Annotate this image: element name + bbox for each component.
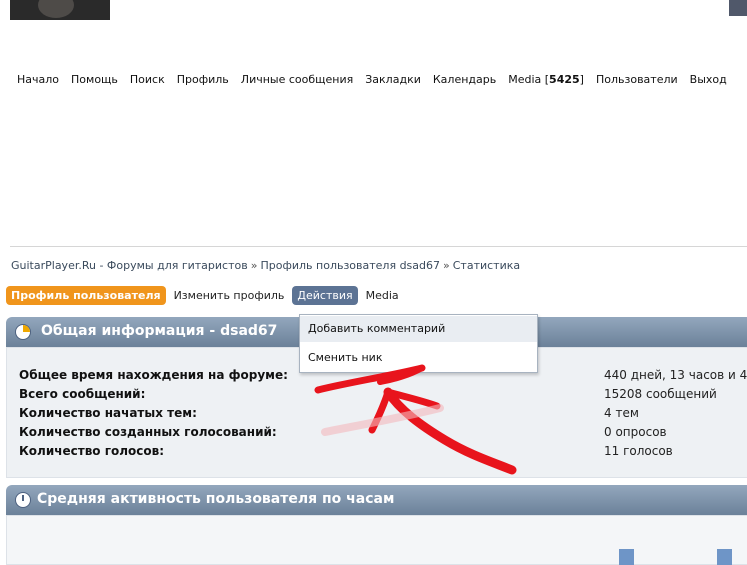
stat-label: Количество созданных голосований:	[19, 425, 277, 439]
nav-logout[interactable]: Выход	[684, 72, 733, 88]
breadcrumb-forum[interactable]: GuitarPlayer.Ru - Форумы для гитаристов	[11, 259, 248, 272]
nav-media-count: 5425	[549, 73, 580, 86]
menu-item-add-comment[interactable]: Добавить комментарий	[300, 316, 537, 342]
nav-search[interactable]: Поиск	[124, 72, 171, 88]
stat-label: Общее время нахождения на форуме:	[19, 368, 288, 382]
main-navbar: Начало Помощь Поиск Профиль Личные сообщ…	[11, 72, 733, 88]
nav-media[interactable]: Media [5425]	[502, 72, 590, 88]
tab-edit-profile[interactable]: Изменить профиль	[169, 286, 290, 305]
profile-tabs: Профиль пользователя Изменить профиль Де…	[6, 286, 407, 305]
nav-media-label: Media [	[508, 73, 550, 86]
nav-home[interactable]: Начало	[11, 72, 65, 88]
stat-label: Количество начатых тем:	[19, 406, 197, 420]
tab-actions[interactable]: Действия	[292, 286, 358, 305]
menu-item-change-nickname[interactable]: Сменить ник	[300, 345, 537, 371]
header-corner-element	[729, 0, 747, 16]
stat-value: 0 опросов	[604, 425, 667, 439]
activity-bar	[619, 549, 634, 565]
activity-header: Средняя активность пользователя по часам	[6, 485, 747, 515]
breadcrumb-separator: »	[443, 259, 450, 272]
clock-icon	[15, 492, 31, 508]
stat-value: 15208 сообщений	[604, 387, 717, 401]
nav-calendar[interactable]: Календарь	[427, 72, 502, 88]
stat-row-votes: Количество голосов:	[19, 442, 164, 460]
stat-label: Количество голосов:	[19, 444, 165, 458]
activity-title: Средняя активность пользователя по часам	[37, 491, 395, 507]
stat-value: 440 дней, 13 часов и 4	[604, 368, 747, 382]
stat-value: 11 голосов	[604, 444, 673, 458]
stat-label: Всего сообщений:	[19, 387, 146, 401]
breadcrumb-user-profile[interactable]: Профиль пользователя dsad67	[260, 259, 440, 272]
breadcrumb-separator: »	[250, 259, 258, 272]
nav-private-messages[interactable]: Личные сообщения	[235, 72, 359, 88]
stat-row-threads-started: Количество начатых тем:	[19, 404, 197, 422]
tab-media[interactable]: Media	[361, 286, 404, 305]
stat-row-polls-created: Количество созданных голосований:	[19, 423, 277, 441]
nav-media-suffix: ]	[579, 73, 584, 86]
stat-row-total-posts: Всего сообщений:	[19, 385, 145, 403]
actions-dropdown-menu: Добавить комментарий Сменить ник	[299, 314, 538, 373]
breadcrumb: GuitarPlayer.Ru - Форумы для гитаристов»…	[11, 259, 520, 272]
general-info-title: Общая информация - dsad67	[41, 323, 278, 339]
breadcrumb-statistics[interactable]: Статистика	[453, 259, 520, 272]
nav-bookmarks[interactable]: Закладки	[359, 72, 427, 88]
nav-help[interactable]: Помощь	[65, 72, 124, 88]
activity-bar	[717, 549, 732, 565]
nav-profile[interactable]: Профиль	[171, 72, 235, 88]
nav-users[interactable]: Пользователи	[590, 72, 684, 88]
header-image	[10, 0, 110, 20]
tab-user-profile[interactable]: Профиль пользователя	[6, 286, 166, 305]
activity-body	[6, 515, 747, 565]
divider	[10, 246, 747, 247]
stat-row-online-time: Общее время нахождения на форуме:	[19, 366, 288, 384]
pie-chart-icon	[15, 324, 31, 340]
stat-value: 4 тем	[604, 406, 639, 420]
